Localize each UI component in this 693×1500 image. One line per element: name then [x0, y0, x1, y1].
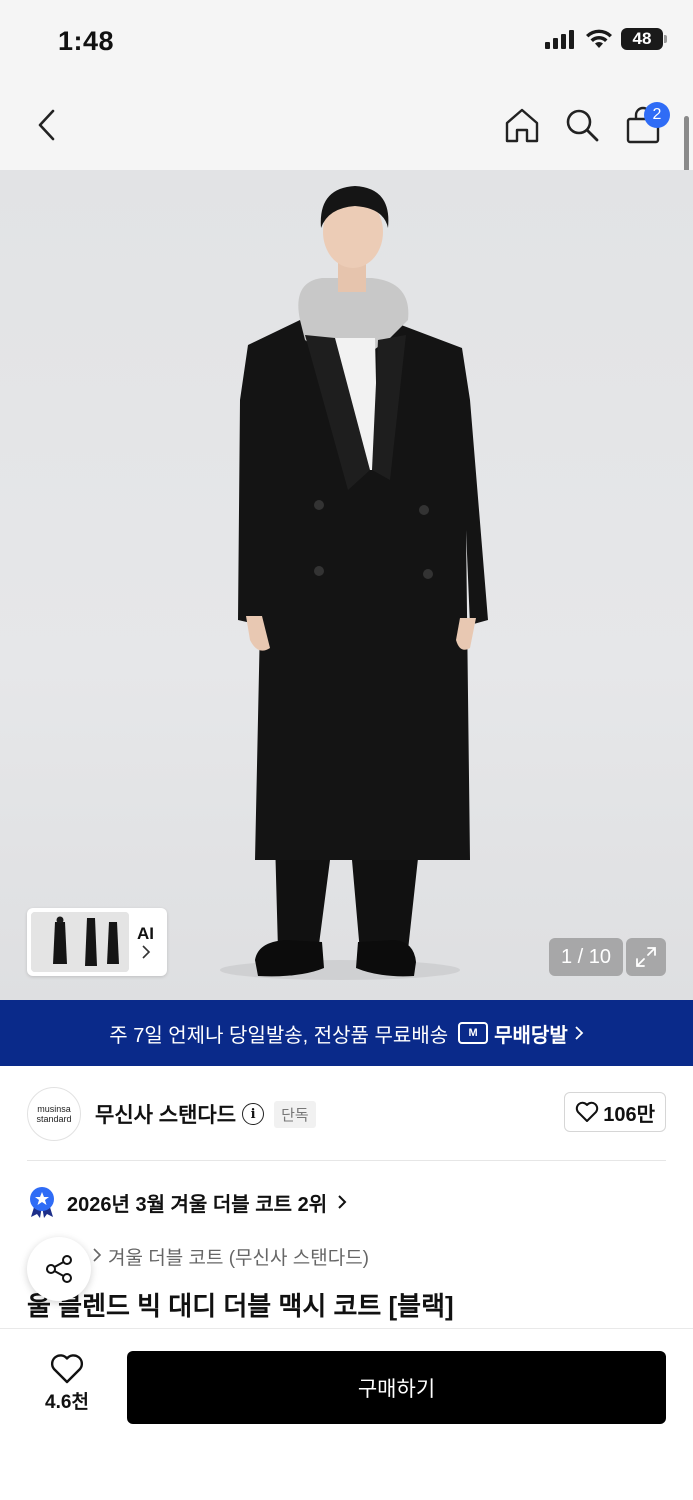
brand-like-count: 106만 — [603, 1103, 655, 1126]
cart-button[interactable]: 2 — [618, 100, 670, 150]
truck-logo-icon: M — [458, 1022, 489, 1044]
expand-icon — [636, 947, 656, 967]
bottom-action-bar: 4.6천 구매하기 — [0, 1328, 693, 1500]
brand-like-button[interactable]: 106만 — [564, 1092, 666, 1132]
info-icon[interactable]: i — [242, 1103, 265, 1125]
exclusive-badge: 단독 — [274, 1100, 316, 1128]
status-bar: 1:48 48 — [0, 0, 693, 80]
breadcrumb[interactable]: 겨울 더블 코트 (무신사 스탠다드) — [92, 1243, 369, 1270]
home-button[interactable] — [497, 100, 547, 150]
delivery-banner[interactable]: 주 7일 언제나 당일발송, 전상품 무료배송 M 무배당발 — [0, 1000, 693, 1066]
wishlist-button[interactable]: 4.6천 — [28, 1353, 106, 1414]
search-icon — [566, 109, 599, 142]
brand-logo-line2: standard — [36, 1114, 72, 1124]
brand-logo[interactable]: musinsa standard — [27, 1087, 81, 1141]
expand-image-button[interactable] — [626, 938, 666, 976]
thumbnail-images — [31, 912, 129, 972]
share-button[interactable] — [27, 1237, 91, 1301]
ai-label: AI — [137, 924, 154, 960]
chevron-left-icon — [38, 109, 55, 141]
product-title: 울 블렌드 빅 대디 더블 맥시 코트 [블랙] — [27, 1291, 454, 1321]
banner-text: 주 7일 언제나 당일발송, 전상품 무료배송 — [109, 1024, 449, 1047]
brand-logo-line1: musinsa — [37, 1104, 71, 1114]
brand-row: musinsa standard 무신사 스탠다드 i 단독 106만 — [27, 1086, 666, 1142]
brand-name[interactable]: 무신사 스탠다드 — [95, 1099, 236, 1129]
battery-indicator: 48 — [621, 28, 667, 50]
buy-button[interactable]: 구매하기 — [127, 1351, 666, 1424]
wifi-icon — [586, 29, 612, 48]
top-nav: 2 — [0, 80, 693, 170]
chevron-right-icon — [93, 1248, 102, 1262]
chevron-right-icon — [141, 945, 150, 959]
cart-count-badge: 2 — [644, 102, 670, 128]
banner-brand-text: 무배당발 — [494, 1024, 568, 1047]
heart-icon — [50, 1354, 84, 1384]
wishlist-count: 4.6천 — [45, 1392, 89, 1413]
product-image-gallery[interactable]: AI 1 / 10 — [0, 170, 693, 1000]
breadcrumb-category[interactable]: 겨울 더블 코트 (무신사 스탠다드) — [108, 1243, 369, 1270]
chevron-right-icon — [575, 1026, 584, 1040]
heart-icon — [576, 1101, 599, 1122]
ranking-link[interactable]: 2026년 3월 겨울 더블 코트 2위 — [27, 1186, 347, 1218]
ranking-text: 2026년 3월 겨울 더블 코트 2위 — [67, 1193, 328, 1216]
product-photo — [220, 186, 488, 980]
image-page-counter: 1 / 10 — [549, 938, 623, 976]
ai-text: AI — [137, 924, 154, 943]
ranking-badge-icon — [30, 1187, 54, 1218]
share-icon — [46, 1255, 72, 1283]
banner-brand: M 무배당발 — [458, 1019, 584, 1048]
status-icons: 48 — [545, 28, 667, 50]
signal-icon — [545, 30, 574, 49]
back-button[interactable] — [22, 100, 72, 150]
search-button[interactable] — [557, 100, 607, 150]
status-time: 1:48 — [58, 26, 115, 56]
ai-thumbnail-button[interactable]: AI — [27, 908, 167, 976]
chevron-right-icon — [338, 1195, 347, 1209]
home-icon — [505, 108, 539, 143]
divider — [27, 1160, 666, 1161]
